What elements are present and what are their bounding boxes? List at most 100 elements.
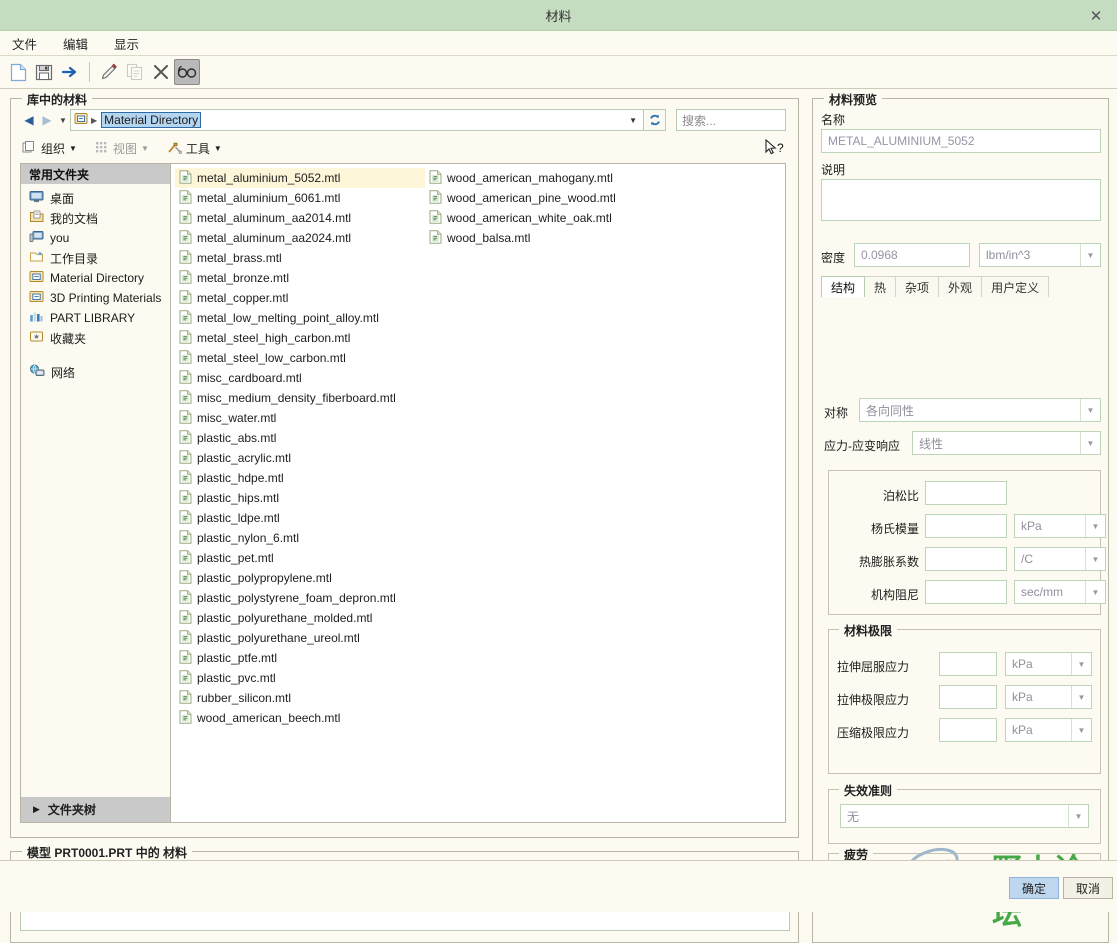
copy-pages-icon (122, 59, 148, 85)
file-list-item[interactable]: metal_aluminum_aa2024.mtl (175, 228, 425, 248)
tab-appearance[interactable]: 外观 (938, 276, 983, 297)
file-list-item[interactable]: metal_aluminum_aa2014.mtl (175, 208, 425, 228)
property-unit-select[interactable]: kPa ▼ (1014, 514, 1106, 538)
file-list-item[interactable]: metal_steel_high_carbon.mtl (175, 328, 425, 348)
sidebar-item-desktop[interactable]: 桌面 (27, 188, 170, 208)
menu-item-view[interactable]: 显示 (111, 32, 142, 55)
limit-unit-select[interactable]: kPa ▼ (1005, 652, 1092, 676)
file-list-item[interactable]: plastic_hips.mtl (175, 488, 425, 508)
new-file-icon[interactable] (5, 59, 31, 85)
refresh-icon[interactable] (644, 109, 666, 131)
tab-thermal[interactable]: 热 (864, 276, 897, 297)
address-chevron-down-icon[interactable]: ▼ (629, 116, 637, 125)
file-list-item[interactable]: misc_cardboard.mtl (175, 368, 425, 388)
sidebar-item-label: you (50, 231, 70, 245)
file-list-pane[interactable]: metal_aluminium_5052.mtl metal_aluminium_… (170, 163, 786, 823)
mtl-file-icon (179, 429, 192, 447)
search-input[interactable]: 搜索... (676, 109, 786, 131)
property-value-field[interactable] (925, 481, 1007, 505)
tab-user-defined[interactable]: 用户定义 (981, 276, 1050, 297)
property-value-field[interactable] (925, 514, 1007, 538)
menu-item-edit[interactable]: 编辑 (60, 32, 91, 55)
file-list-item[interactable]: wood_american_beech.mtl (175, 708, 425, 728)
failure-criteria-value: 无 (847, 809, 860, 824)
file-list-item[interactable]: wood_american_white_oak.mtl (425, 208, 675, 228)
blue-arrow-right-icon[interactable] (57, 59, 83, 85)
file-list-item[interactable]: plastic_polystyrene_foam_depron.mtl (175, 588, 425, 608)
stress-strain-select[interactable]: 线性 ▼ (912, 431, 1101, 455)
file-list-item[interactable]: metal_copper.mtl (175, 288, 425, 308)
file-list-item[interactable]: metal_aluminium_6061.mtl (175, 188, 425, 208)
failure-criteria-select[interactable]: 无 ▼ (840, 804, 1089, 828)
material-name-field[interactable]: METAL_ALUMINIUM_5052 (821, 129, 1101, 153)
file-list-item[interactable]: plastic_ptfe.mtl (175, 648, 425, 668)
file-list-item[interactable]: metal_brass.mtl (175, 248, 425, 268)
x-delete-icon[interactable] (148, 59, 174, 85)
tab-structure[interactable]: 结构 (821, 276, 866, 297)
property-value-field[interactable] (925, 580, 1007, 604)
ok-button[interactable]: 确定 (1009, 877, 1059, 899)
address-input[interactable]: ▶ Material Directory ▼ (70, 109, 644, 131)
tools-button[interactable]: 工具 ▼ (165, 139, 224, 158)
nav-back-icon[interactable]: ◀ (20, 110, 38, 130)
tab-misc[interactable]: 杂项 (895, 276, 940, 297)
file-list-item[interactable]: plastic_pet.mtl (175, 548, 425, 568)
limit-unit-select[interactable]: kPa ▼ (1005, 685, 1092, 709)
property-unit-select[interactable]: sec/mm ▼ (1014, 580, 1106, 604)
sidebar-item-3d-printing-materials[interactable]: 3D Printing Materials (27, 288, 170, 308)
density-unit-select[interactable]: lbm/in^3 ▼ (979, 243, 1101, 267)
material-description-field[interactable] (821, 179, 1101, 221)
organize-button[interactable]: 组织 ▼ (20, 139, 79, 158)
chevron-down-icon: ▼ (1080, 399, 1100, 421)
file-list-item[interactable]: wood_american_mahogany.mtl (425, 168, 675, 188)
glasses-icon[interactable] (174, 59, 200, 85)
file-list-item[interactable]: wood_balsa.mtl (425, 228, 675, 248)
sidebar-item-part-library[interactable]: PART LIBRARY (27, 308, 170, 328)
file-list-item[interactable]: misc_water.mtl (175, 408, 425, 428)
file-list-item[interactable]: plastic_polyurethane_molded.mtl (175, 608, 425, 628)
limit-value-field[interactable] (939, 652, 997, 676)
file-list-item[interactable]: plastic_abs.mtl (175, 428, 425, 448)
file-list-item[interactable]: plastic_nylon_6.mtl (175, 528, 425, 548)
pencil-icon[interactable] (96, 59, 122, 85)
limit-value-field[interactable] (939, 718, 997, 742)
property-unit-select[interactable]: /C ▼ (1014, 547, 1106, 571)
file-list-item[interactable]: wood_american_pine_wood.mtl (425, 188, 675, 208)
file-list-item[interactable]: plastic_polyurethane_ureol.mtl (175, 628, 425, 648)
file-list-item[interactable]: metal_steel_low_carbon.mtl (175, 348, 425, 368)
file-list-item[interactable]: metal_bronze.mtl (175, 268, 425, 288)
library-bars-icon (29, 310, 44, 326)
file-list-item[interactable]: plastic_pvc.mtl (175, 668, 425, 688)
mtl-file-icon (429, 189, 442, 207)
sidebar-item-label: 3D Printing Materials (50, 291, 162, 305)
limit-value-field[interactable] (939, 685, 997, 709)
file-list-item[interactable]: metal_low_melting_point_alloy.mtl (175, 308, 425, 328)
chevron-down-icon: ▼ (1080, 244, 1100, 266)
file-list-item[interactable]: plastic_polypropylene.mtl (175, 568, 425, 588)
file-list-item[interactable]: rubber_silicon.mtl (175, 688, 425, 708)
file-list-item[interactable]: plastic_ldpe.mtl (175, 508, 425, 528)
cancel-button[interactable]: 取消 (1063, 877, 1113, 899)
sidebar-item-network[interactable]: 网络 (27, 362, 170, 382)
file-list-item[interactable]: plastic_hdpe.mtl (175, 468, 425, 488)
save-disk-icon[interactable] (31, 59, 57, 85)
property-value-field[interactable] (925, 547, 1007, 571)
symmetry-select[interactable]: 各向同性 ▼ (859, 398, 1101, 422)
folder-tree-toggle[interactable]: ▶ 文件夹树 (21, 797, 170, 822)
sidebar-item-you[interactable]: you (27, 228, 170, 248)
file-list-item[interactable]: plastic_acrylic.mtl (175, 448, 425, 468)
file-list-item[interactable]: metal_aluminium_5052.mtl (175, 168, 425, 188)
density-field[interactable]: 0.0968 (854, 243, 970, 267)
breadcrumb[interactable]: Material Directory (101, 112, 202, 128)
sidebar-item-my-documents[interactable]: 我的文档 (27, 208, 170, 228)
sidebar-item-material-directory[interactable]: Material Directory (27, 268, 170, 288)
close-icon[interactable]: ✕ (1075, 0, 1117, 31)
chevron-down-icon: ▼ (1085, 581, 1105, 603)
limit-unit-select[interactable]: kPa ▼ (1005, 718, 1092, 742)
nav-history-chevron-icon[interactable]: ▼ (56, 110, 70, 130)
window-titlebar: 材料 ✕ (0, 0, 1117, 31)
sidebar-item-favorites[interactable]: 收藏夹 (27, 328, 170, 348)
menu-item-file[interactable]: 文件 (9, 32, 40, 55)
file-list-item[interactable]: misc_medium_density_fiberboard.mtl (175, 388, 425, 408)
sidebar-item-working-directory[interactable]: 工作目录 (27, 248, 170, 268)
